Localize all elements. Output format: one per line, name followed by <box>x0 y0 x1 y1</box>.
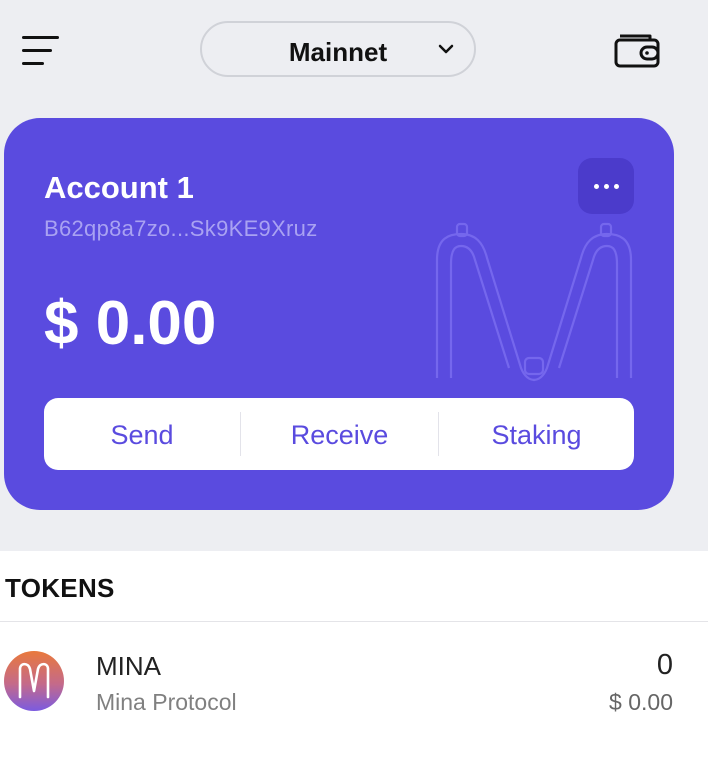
top-bar: Mainnet <box>0 0 708 100</box>
send-button[interactable]: Send <box>44 398 240 470</box>
chevron-down-icon <box>438 44 454 54</box>
wallet-icon[interactable] <box>614 32 660 68</box>
network-selector[interactable]: Mainnet <box>200 21 476 77</box>
token-amount: 0 <box>656 649 673 681</box>
account-card: Account 1 B62qp8a7zo...Sk9KE9Xruz $ 0.00… <box>4 118 674 510</box>
tokens-heading: TOKENS <box>5 573 115 603</box>
mina-watermark-icon <box>435 222 633 382</box>
receive-button[interactable]: Receive <box>241 398 438 470</box>
network-label: Mainnet <box>288 37 388 67</box>
account-more-button[interactable] <box>578 158 634 214</box>
hamburger-menu-icon[interactable] <box>22 34 60 68</box>
mina-logo-icon <box>4 651 64 711</box>
tokens-section: TOKENS MINA Mina Protocol 0 $ 0.00 <box>0 551 708 782</box>
account-balance: $ 0.00 <box>44 289 217 358</box>
account-name: Account 1 <box>44 170 194 205</box>
token-row-mina[interactable]: MINA Mina Protocol 0 $ 0.00 <box>0 623 708 733</box>
token-name: Mina Protocol <box>96 689 237 715</box>
staking-button[interactable]: Staking <box>439 398 634 470</box>
token-value: $ 0.00 <box>609 689 673 715</box>
ellipsis-icon <box>594 184 599 189</box>
account-address[interactable]: B62qp8a7zo...Sk9KE9Xruz <box>44 216 318 242</box>
token-symbol: MINA <box>96 651 161 681</box>
action-bar: Send Receive Staking <box>44 398 634 470</box>
tokens-divider <box>0 621 708 622</box>
